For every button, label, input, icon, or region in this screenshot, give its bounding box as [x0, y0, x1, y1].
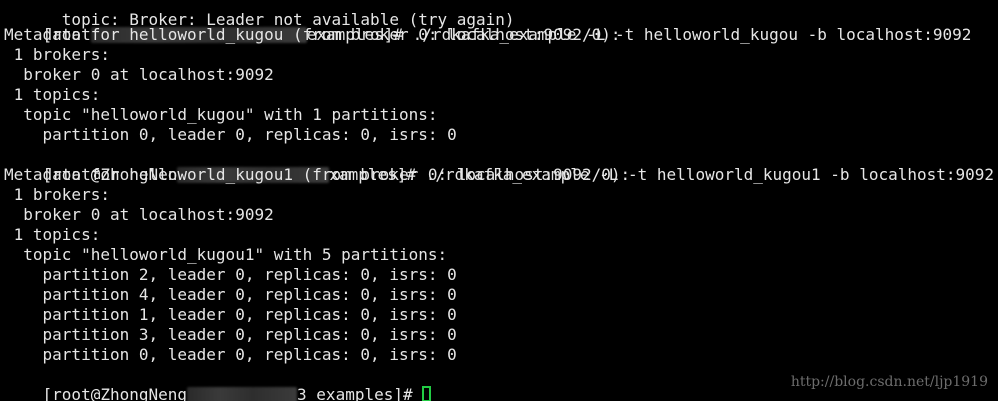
- terminal-text: topic "helloworld_kugou" with 1 partitio…: [4, 105, 438, 124]
- terminal-line-prompt[interactable]: [root@ZhongNeng 3 examples]#: [4, 365, 432, 401]
- terminal-text: 1 brokers:: [4, 185, 110, 204]
- terminal-line: partition 3, leader 0, replicas: 0, isrs…: [4, 325, 457, 345]
- terminal-text: 1 topics:: [4, 225, 101, 244]
- terminal-line-command-2: [root@ZhongNen xamples]# ./rdkafka_exampl…: [4, 145, 995, 184]
- terminal-text: partition 1, leader 0, replicas: 0, isrs…: [4, 305, 457, 324]
- terminal-line: partition 4, leader 0, replicas: 0, isrs…: [4, 285, 457, 305]
- prompt-suffix: 3 examples]#: [297, 385, 423, 401]
- terminal-line: topic "helloworld_kugou" with 1 partitio…: [4, 105, 437, 125]
- terminal-text: Metadata for helloworld_kugou1 (from bro…: [4, 165, 631, 184]
- terminal-line: topic "helloworld_kugou1" with 5 partiti…: [4, 245, 447, 265]
- terminal-line-command-1: [root examples]# ./rdkafka_example -L -t …: [4, 5, 972, 44]
- terminal-text: partition 0, leader 0, replicas: 0, isrs…: [4, 345, 457, 364]
- terminal-line: 1 topics:: [4, 225, 101, 245]
- terminal-text: partition 2, leader 0, replicas: 0, isrs…: [4, 265, 457, 284]
- terminal-line: partition 0, leader 0, replicas: 0, isrs…: [4, 345, 457, 365]
- terminal-window[interactable]: topic: Broker: Leader not available (try…: [0, 0, 998, 401]
- watermark: http://blog.csdn.net/ljp1919: [790, 374, 988, 390]
- terminal-line: 1 brokers:: [4, 185, 110, 205]
- terminal-line: Metadata for helloworld_kugou1 (from bro…: [4, 165, 630, 185]
- terminal-text: topic "helloworld_kugou1" with 5 partiti…: [4, 245, 448, 264]
- terminal-text: partition 3, leader 0, replicas: 0, isrs…: [4, 325, 457, 344]
- terminal-line: Metadata for helloworld_kugou (from brok…: [4, 25, 621, 45]
- terminal-line: broker 0 at localhost:9092: [4, 65, 274, 85]
- terminal-text: broker 0 at localhost:9092: [4, 205, 274, 224]
- terminal-line: 1 brokers:: [4, 45, 110, 65]
- terminal-line: 1 topics:: [4, 85, 101, 105]
- terminal-text: partition 0, leader 0, replicas: 0, isrs…: [4, 125, 457, 144]
- redacted-hostname: [187, 386, 298, 401]
- terminal-text: 1 brokers:: [4, 45, 110, 64]
- terminal-text: 1 topics:: [4, 85, 101, 104]
- terminal-line: partition 1, leader 0, replicas: 0, isrs…: [4, 305, 457, 325]
- terminal-line: broker 0 at localhost:9092: [4, 205, 274, 225]
- terminal-cursor[interactable]: [422, 386, 432, 401]
- terminal-line: partition 0, leader 0, replicas: 0, isrs…: [4, 125, 457, 145]
- terminal-text: Metadata for helloworld_kugou (from brok…: [4, 25, 621, 44]
- terminal-text: broker 0 at localhost:9092: [4, 65, 274, 84]
- terminal-line: partition 2, leader 0, replicas: 0, isrs…: [4, 265, 457, 285]
- prompt-user: [root@ZhongNeng: [42, 385, 188, 401]
- terminal-text: partition 4, leader 0, replicas: 0, isrs…: [4, 285, 457, 304]
